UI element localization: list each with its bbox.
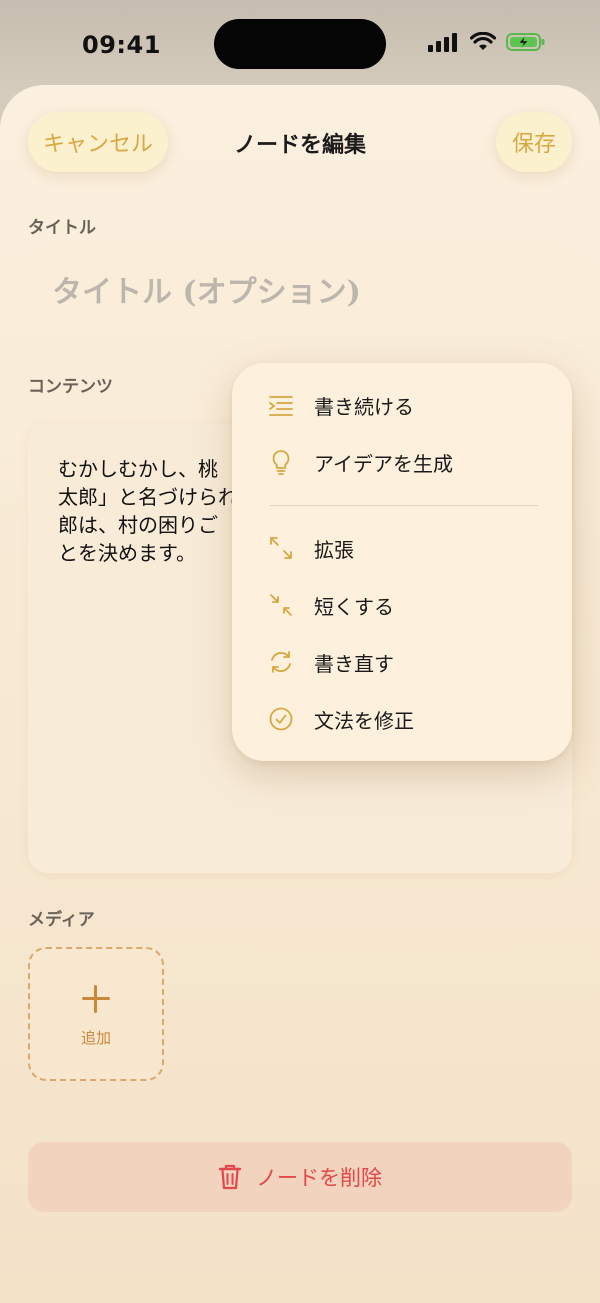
delete-node-button[interactable]: ノードを削除 xyxy=(28,1142,572,1212)
add-media-label: 追加 xyxy=(80,1029,111,1047)
shrink-icon xyxy=(270,594,292,616)
cellular-signal-icon xyxy=(428,33,457,52)
menu-label: 書き直す xyxy=(314,651,394,676)
menu-label: 文法を修正 xyxy=(314,708,414,733)
title-placeholder: タイトル (オプション) xyxy=(52,275,361,310)
status-time: 09:41 xyxy=(82,31,161,59)
status-icons xyxy=(428,32,546,52)
expand-icon xyxy=(270,537,292,559)
menu-item-expand[interactable]: 拡張 xyxy=(232,520,572,576)
wifi-icon xyxy=(470,32,496,50)
content-section-label: コンテンツ xyxy=(28,377,113,397)
menu-item-rewrite[interactable]: 書き直す xyxy=(232,634,572,690)
rewrite-icon xyxy=(271,651,291,673)
add-media-button[interactable]: 追加 xyxy=(28,947,164,1081)
menu-item-continue-writing[interactable]: 書き続ける xyxy=(232,377,572,433)
save-button[interactable]: 保存 xyxy=(496,112,572,172)
lightbulb-icon xyxy=(272,450,290,475)
menu-label: 拡張 xyxy=(314,537,354,562)
continue-writing-icon xyxy=(269,396,293,416)
menu-item-generate-ideas[interactable]: アイデアを生成 xyxy=(232,434,572,490)
status-bar: 09:41 xyxy=(0,0,600,90)
ai-writing-menu: 書き続ける アイデアを生成 拡張 短くする 書き直す 文法を修正 xyxy=(232,363,572,761)
menu-label: 書き続ける xyxy=(314,394,414,419)
battery-charging-icon xyxy=(506,33,545,51)
menu-item-shorten[interactable]: 短くする xyxy=(232,577,572,633)
menu-item-fix-grammar[interactable]: 文法を修正 xyxy=(232,691,572,747)
menu-label: 短くする xyxy=(314,594,394,619)
menu-label: アイデアを生成 xyxy=(314,451,453,476)
checkmark-circle-icon xyxy=(269,707,293,731)
title-input[interactable]: タイトル (オプション) xyxy=(28,245,572,333)
dynamic-island xyxy=(214,19,386,69)
screen: 09:41 キャンセル ノードを編集 保存 タイトル タイトル (オプション) … xyxy=(0,0,600,1303)
media-section-label: メディア xyxy=(28,910,95,930)
plus-icon xyxy=(82,985,110,1013)
title-section-label: タイトル xyxy=(28,218,96,238)
trash-icon xyxy=(218,1164,242,1190)
delete-node-label: ノードを削除 xyxy=(256,1166,382,1190)
menu-divider xyxy=(270,505,538,506)
